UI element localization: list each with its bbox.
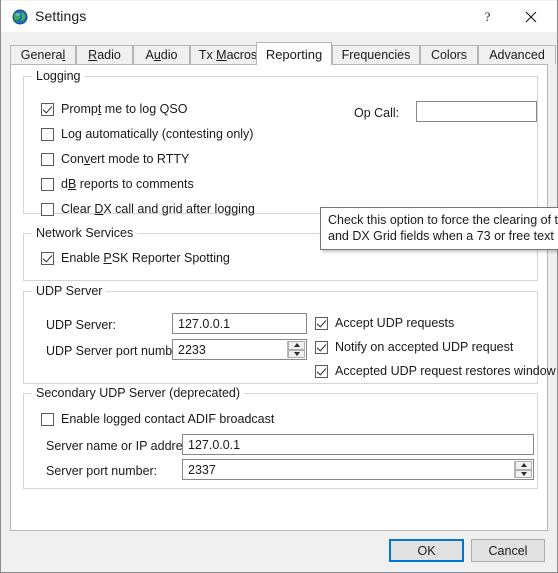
- checkbox-label: dB reports to comments: [61, 177, 194, 191]
- checkbox-label: Convert mode to RTTY: [61, 152, 190, 166]
- secondary-server-port-label: Server port number:: [46, 464, 158, 478]
- checkbox-box[interactable]: [41, 251, 54, 265]
- window-title: Settings: [35, 8, 87, 24]
- secondary-port-spinner[interactable]: [514, 461, 532, 478]
- udp-server-input[interactable]: 127.0.0.1: [172, 313, 307, 334]
- checkbox-accept-udp-requests[interactable]: Accept UDP requests: [315, 316, 454, 330]
- checkbox-enable-logged-contact-adif-broadcast[interactable]: Enable logged contact ADIF broadcast: [41, 412, 274, 426]
- checkbox-box[interactable]: [315, 340, 328, 354]
- udp-server-port-label: UDP Server port number:: [46, 344, 187, 358]
- tooltip: Check this option to force the clearing …: [320, 207, 558, 250]
- logging-group: Logging Prompt me to log QSO Log automat…: [23, 69, 538, 216]
- checkbox-box[interactable]: [41, 127, 54, 141]
- tooltip-line-2: and DX Grid fields when a 73 or free tex…: [328, 229, 558, 243]
- checkbox-box[interactable]: [315, 364, 328, 378]
- tab-reporting-label: Reporting: [265, 46, 323, 62]
- cancel-button-label: Cancel: [488, 543, 528, 558]
- checkbox-label: Log automatically (contesting only): [61, 127, 254, 141]
- checkbox-convert-mode-to-rtty[interactable]: Convert mode to RTTY: [41, 152, 189, 166]
- secondary-server-name-label: Server name or IP address:: [46, 439, 199, 453]
- checkbox-label: Enable logged contact ADIF broadcast: [61, 412, 275, 426]
- network-services-group-label: Network Services: [32, 226, 138, 240]
- checkbox-box[interactable]: [41, 202, 54, 216]
- tab-strip: General Radio Audio Tx Macros Reporting …: [10, 42, 556, 65]
- secondary-server-name-input[interactable]: 127.0.0.1: [182, 434, 534, 455]
- close-icon[interactable]: [511, 2, 551, 32]
- checkbox-label: Prompt me to log QSO: [61, 102, 188, 116]
- checkbox-log-automatically[interactable]: Log automatically (contesting only): [41, 127, 253, 141]
- udp-server-group-label: UDP Server: [32, 284, 107, 298]
- checkbox-label: Accepted UDP request restores window: [335, 364, 556, 378]
- tab-tx-macros-label: Tx Macros: [198, 48, 258, 62]
- spinner-up-button[interactable]: [288, 341, 305, 350]
- tab-audio[interactable]: Audio: [133, 45, 190, 64]
- tab-advanced[interactable]: Advanced: [478, 45, 556, 64]
- spinner-up-button[interactable]: [515, 461, 532, 470]
- checkbox-box[interactable]: [41, 152, 54, 166]
- title-bar: Settings ?: [1, 1, 557, 32]
- cancel-button[interactable]: Cancel: [471, 539, 545, 562]
- checkbox-box[interactable]: [315, 316, 328, 330]
- settings-dialog: Settings ? General Radio Audio Tx Macros…: [0, 0, 558, 573]
- secondary-server-port-input[interactable]: 2337: [182, 459, 534, 480]
- tooltip-line-1: Check this option to force the clearing …: [328, 213, 558, 227]
- op-call-label: Op Call:: [354, 106, 400, 120]
- udp-server-label: UDP Server:: [46, 318, 116, 332]
- ok-button-label: OK: [417, 543, 436, 558]
- tab-radio[interactable]: Radio: [76, 45, 133, 64]
- tab-frequencies[interactable]: Frequencies: [332, 45, 420, 64]
- op-call-input[interactable]: [416, 101, 537, 122]
- tab-tx-macros[interactable]: Tx Macros: [190, 45, 266, 64]
- logging-group-label: Logging: [32, 69, 85, 83]
- udp-server-port-input[interactable]: 2233: [172, 339, 307, 360]
- tab-frequencies-label: Frequencies: [341, 48, 411, 62]
- reporting-tab-panel: Logging Prompt me to log QSO Log automat…: [10, 64, 556, 531]
- tab-audio-label: Audio: [145, 48, 178, 62]
- checkbox-db-reports-to-comments[interactable]: dB reports to comments: [41, 177, 194, 191]
- svg-text:?: ?: [484, 10, 490, 24]
- tab-radio-label: Radio: [88, 48, 121, 62]
- checkbox-clear-dx-call-and-grid[interactable]: Clear DX call and grid after logging: [41, 202, 255, 216]
- help-button[interactable]: ?: [467, 2, 507, 32]
- ok-button[interactable]: OK: [389, 539, 464, 562]
- tab-general-label: General: [20, 48, 66, 62]
- checkbox-prompt-me-to-log-qso[interactable]: Prompt me to log QSO: [41, 102, 187, 116]
- checkbox-label: Enable PSK Reporter Spotting: [61, 251, 230, 265]
- udp-port-spinner[interactable]: [287, 341, 305, 358]
- checkbox-box[interactable]: [41, 412, 54, 426]
- checkbox-box[interactable]: [41, 177, 54, 191]
- checkbox-label: Notify on accepted UDP request: [335, 340, 514, 354]
- checkbox-label: Clear DX call and grid after logging: [61, 202, 255, 216]
- secondary-udp-server-group: Secondary UDP Server (deprecated) Enable…: [23, 386, 538, 489]
- tab-colors[interactable]: Colors: [420, 45, 478, 64]
- checkbox-enable-psk-reporter-spotting[interactable]: Enable PSK Reporter Spotting: [41, 251, 230, 265]
- globe-icon: [12, 9, 28, 25]
- spinner-down-button[interactable]: [515, 469, 532, 478]
- checkbox-accepted-udp-request-restores-window[interactable]: Accepted UDP request restores window: [315, 364, 556, 378]
- tab-advanced-label: Advanced: [489, 48, 545, 62]
- spinner-down-button[interactable]: [288, 349, 305, 358]
- secondary-udp-server-group-label: Secondary UDP Server (deprecated): [32, 386, 245, 400]
- udp-server-group: UDP Server UDP Server: 127.0.0.1 UDP Ser…: [23, 284, 556, 384]
- checkbox-box[interactable]: [41, 102, 54, 116]
- tab-general[interactable]: General: [10, 45, 76, 64]
- checkbox-label: Accept UDP requests: [335, 316, 455, 330]
- tab-colors-label: Colors: [430, 48, 468, 62]
- checkbox-notify-on-accepted-udp-request[interactable]: Notify on accepted UDP request: [315, 340, 513, 354]
- tab-reporting[interactable]: Reporting: [256, 42, 332, 65]
